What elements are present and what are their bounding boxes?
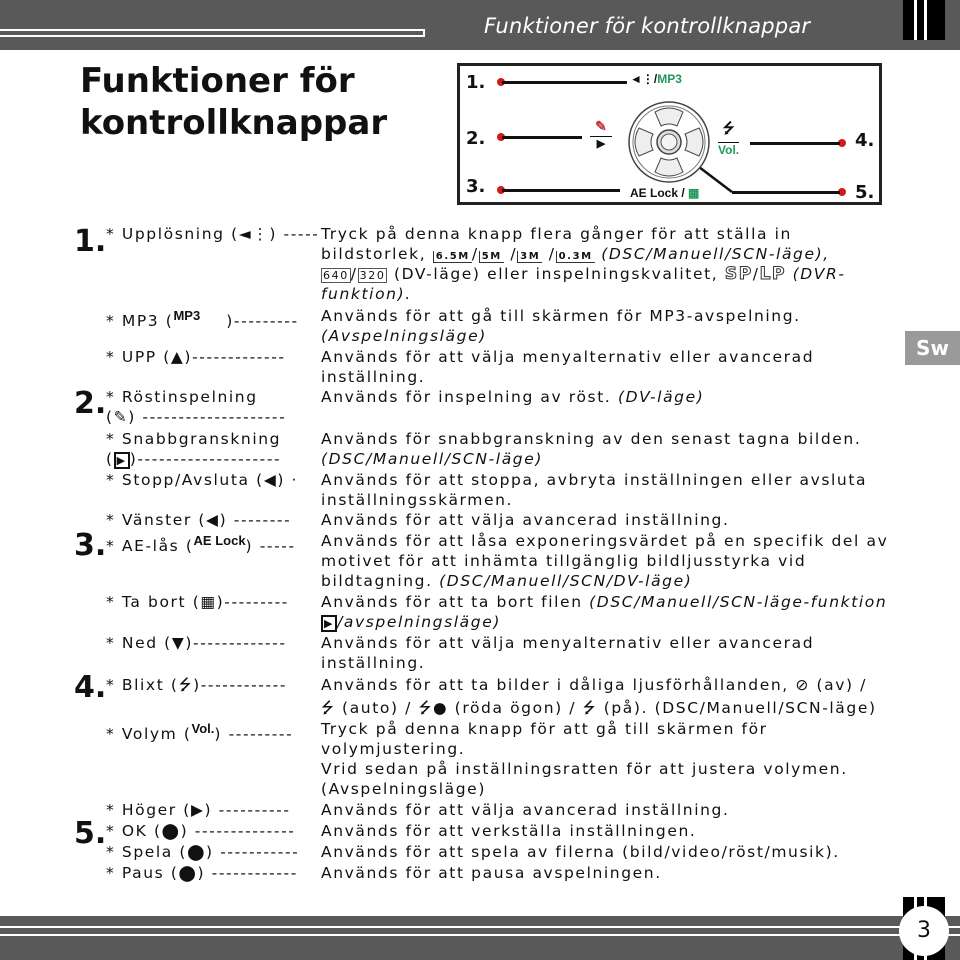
page-number: 3 xyxy=(899,906,949,956)
section-number-2: 2. xyxy=(74,386,107,421)
section-number-4: 4. xyxy=(74,670,107,705)
mp3-icon: MP3 xyxy=(173,308,201,323)
size-icon-5m: 5M xyxy=(478,251,504,263)
pause-button-icon: ⬤ xyxy=(178,864,198,882)
corner-decoration-top xyxy=(903,0,945,40)
footer-stripe xyxy=(0,934,960,936)
section-number-1: 1. xyxy=(74,224,107,259)
diagram-label-top: ◄⋮/MP3 xyxy=(630,72,682,86)
mic-icon: ✎ xyxy=(113,408,129,426)
quality-icon-lp: LP xyxy=(759,264,787,285)
diagram-label-left: ✎ ▶ xyxy=(590,118,612,150)
trash-icon: ▦ xyxy=(200,593,217,611)
playback-icon: ▶ xyxy=(321,615,338,632)
flash-auto-icon: ⭍ xyxy=(321,699,336,717)
play-button-icon: ⬤ xyxy=(187,843,207,861)
flash-red-eye-icon: ⭍● xyxy=(418,699,449,717)
footer-stripe xyxy=(0,926,960,928)
section-number-5: 5. xyxy=(74,816,107,851)
size-icon-0.3m: 0.3M xyxy=(555,251,595,263)
size-icon-6.5m: 6.5M xyxy=(432,251,472,263)
ok-button-icon: ⬤ xyxy=(161,822,181,840)
ae-lock-icon: AE Lock xyxy=(193,533,246,548)
playback-icon: ▶ xyxy=(113,452,130,469)
language-tab: Sw xyxy=(905,331,960,365)
flash-icon: ⭍ xyxy=(722,120,735,136)
control-wheel xyxy=(628,101,710,183)
video-size-icon-640: 640 xyxy=(321,268,351,283)
flash-off-icon: ⊘ xyxy=(795,676,810,694)
header-title: Funktioner för kontrollknappar xyxy=(484,14,811,38)
flash-icon: ⭍ xyxy=(178,676,194,694)
header-bar xyxy=(0,0,960,50)
flash-on-icon: ⭍ xyxy=(582,699,598,717)
video-size-icon-320: 320 xyxy=(357,268,388,283)
mic-icon: ✎ xyxy=(595,118,607,134)
diagram-label-bottom: AE Lock / ▦ xyxy=(630,186,700,200)
control-button-diagram: 1. 2. 3. 4. 5. ◄⋮/MP3 ✎ ▶ ⭍ Vol. AE Lock… xyxy=(457,63,882,205)
resolution-icon: ◄⋮ xyxy=(238,225,270,243)
trash-icon: ▦ xyxy=(688,186,700,200)
playback-icon: ▶ xyxy=(590,136,612,150)
down-arrow-icon: ▼ xyxy=(171,634,186,652)
quality-icon-sp: SP xyxy=(724,264,753,285)
diagram-label-right: ⭍ Vol. xyxy=(718,120,740,157)
left-arrow-icon: ◀ xyxy=(263,471,278,489)
size-icon-3m: 3M xyxy=(517,251,543,263)
header-stripe xyxy=(0,29,425,37)
footer-bar xyxy=(0,916,960,960)
right-arrow-icon: ▶ xyxy=(190,801,205,819)
section-number-3: 3. xyxy=(74,528,107,563)
resolution-icon: ◄⋮ xyxy=(630,72,654,86)
volume-icon: Vol. xyxy=(191,721,215,736)
left-arrow-icon: ◀ xyxy=(206,511,220,529)
up-arrow-icon: ▲ xyxy=(170,348,185,366)
page-title: Funktioner för kontrollknappar xyxy=(80,61,388,143)
